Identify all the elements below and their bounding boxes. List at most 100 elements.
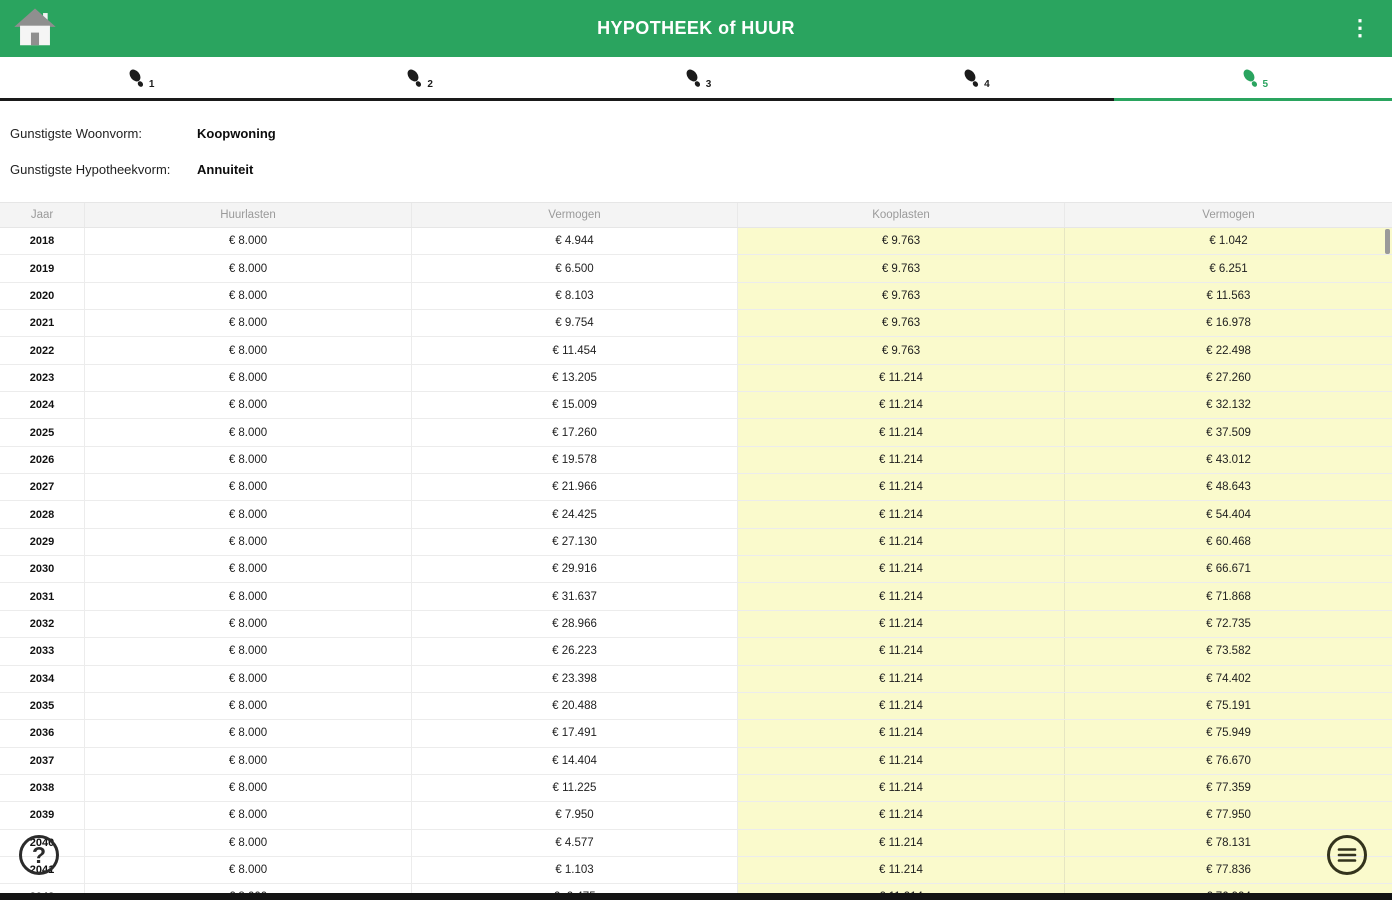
col-header-jaar: Jaar xyxy=(0,203,85,227)
value-cell: € 7.950 xyxy=(412,802,738,829)
col-header-huurlasten: Huurlasten xyxy=(85,203,412,227)
table-row: 2034 € 8.000 € 23.398 € 11.214 € 74.402 xyxy=(0,665,1392,693)
value-cell: € 8.000 xyxy=(85,665,412,692)
value-cell: € 14.404 xyxy=(412,747,738,774)
value-cell: € 11.214 xyxy=(738,474,1065,501)
tab-step-4[interactable]: 4 xyxy=(835,57,1114,101)
value-cell: € 21.966 xyxy=(412,474,738,501)
value-cell: € 73.582 xyxy=(1065,638,1392,665)
value-cell: € 22.498 xyxy=(1065,337,1392,364)
value-cell: € 11.214 xyxy=(738,501,1065,528)
footprint-icon xyxy=(686,69,700,87)
tab-step-1[interactable]: 1 xyxy=(0,57,279,101)
value-cell: € 11.225 xyxy=(412,774,738,802)
footprint-icon xyxy=(964,69,979,87)
table-row: 2031 € 8.000 € 31.637 € 11.214 € 71.868 xyxy=(0,583,1392,611)
value-cell: € 8.000 xyxy=(85,310,412,337)
value-cell: € 6.251 xyxy=(1065,255,1392,282)
year-cell: 2023 xyxy=(0,364,85,392)
table-row: 2025 € 8.000 € 17.260 € 11.214 € 37.509 xyxy=(0,419,1392,447)
table-row: 2026 € 8.000 € 19.578 € 11.214 € 43.012 xyxy=(0,446,1392,475)
value-cell: € 8.000 xyxy=(85,856,412,884)
year-cell: 2021 xyxy=(0,310,85,337)
result-summary: Gunstigste Woonvorm: Koopwoning Gunstigs… xyxy=(0,101,1392,202)
tab-step-2[interactable]: 2 xyxy=(278,57,557,101)
value-cell: € 8.000 xyxy=(85,419,412,446)
value-cell: € 9.763 xyxy=(738,282,1065,310)
tab-bar: 1 2 3 4 5 xyxy=(0,57,1392,101)
value-cell: € 8.000 xyxy=(85,638,412,665)
table-row: 2019 € 8.000 € 6.500 € 9.763 € 6.251 xyxy=(0,255,1392,283)
value-cell: € 9.763 xyxy=(738,310,1065,337)
table-body: 2018 € 8.000 € 4.944 € 9.763 € 1.042 2019 € 8.… xyxy=(0,228,1392,900)
table-row: 2022 € 8.000 € 11.454 € 9.763 € 22.498 xyxy=(0,337,1392,365)
table-row: 2023 € 8.000 € 13.205 € 11.214 € 27.260 xyxy=(0,364,1392,393)
value-cell: € 9.754 xyxy=(412,310,738,337)
year-cell: 2035 xyxy=(0,692,85,720)
value-cell: € 8.000 xyxy=(85,474,412,501)
value-cell: € 66.671 xyxy=(1065,556,1392,583)
value-cell: € 6.500 xyxy=(412,255,738,282)
col-header-vermogen-koop: Vermogen xyxy=(1202,209,1255,221)
year-cell: 2024 xyxy=(0,392,85,419)
year-cell: 2025 xyxy=(0,419,85,446)
year-cell: 2028 xyxy=(0,501,85,528)
year-cell: 2037 xyxy=(0,747,85,774)
value-cell: € 29.916 xyxy=(412,556,738,583)
value-cell: € 8.000 xyxy=(85,255,412,282)
year-cell: 2036 xyxy=(0,720,85,747)
question-mark-icon: ? xyxy=(31,841,47,868)
value-cell: € 48.643 xyxy=(1065,474,1392,501)
help-button[interactable]: ? xyxy=(19,835,59,875)
tab-step-5[interactable]: 5 xyxy=(1113,57,1392,101)
value-cell: € 11.214 xyxy=(738,528,1065,556)
value-cell: € 74.402 xyxy=(1065,665,1392,692)
value-cell: € 31.637 xyxy=(412,583,738,610)
value-cell: € 11.214 xyxy=(738,665,1065,692)
value-cell: € 77.359 xyxy=(1065,774,1392,802)
value-cell: € 8.000 xyxy=(85,446,412,474)
value-cell: € 11.214 xyxy=(738,446,1065,474)
value-cell: € 11.214 xyxy=(738,829,1065,856)
table-row: 2033 € 8.000 € 26.223 € 11.214 € 73.582 xyxy=(0,638,1392,666)
value-cell: € 11.214 xyxy=(738,556,1065,583)
value-cell: € 19.578 xyxy=(412,446,738,474)
value-cell: € 11.214 xyxy=(738,720,1065,747)
tab-number: 1 xyxy=(148,79,155,90)
value-cell: € 17.260 xyxy=(412,419,738,446)
value-cell: € 8.000 xyxy=(85,392,412,419)
value-cell: € 1.103 xyxy=(412,856,738,884)
year-cell: 2022 xyxy=(0,337,85,364)
year-cell: 2038 xyxy=(0,774,85,802)
value-cell: € 8.000 xyxy=(85,282,412,310)
tab-number: 5 xyxy=(1262,79,1269,90)
tab-step-3[interactable]: 3 xyxy=(556,57,836,101)
value-cell: € 8.000 xyxy=(85,583,412,610)
value-cell: € 20.488 xyxy=(412,692,738,720)
value-cell: € 1.042 xyxy=(1065,228,1392,255)
value-cell: € 4.944 xyxy=(412,228,738,255)
table-row: 2040 € 8.000 € 4.577 € 11.214 € 78.131 xyxy=(0,829,1392,857)
value-cell: € 8.000 xyxy=(85,228,412,255)
scrollbar-thumb[interactable] xyxy=(1385,229,1390,254)
value-cell: € 8.000 xyxy=(85,720,412,747)
hypotheekvorm-value: Annuiteit xyxy=(197,162,254,177)
value-cell: € 8.000 xyxy=(85,364,412,392)
table-row: 2020 € 8.000 € 8.103 € 9.763 € 11.563 xyxy=(0,282,1392,311)
value-cell: € 75.949 xyxy=(1065,720,1392,747)
value-cell: € 16.978 xyxy=(1065,310,1392,337)
value-cell: € 32.132 xyxy=(1065,392,1392,419)
table-row: 2029 € 8.000 € 27.130 € 11.214 € 60.468 xyxy=(0,528,1392,557)
legend-button[interactable] xyxy=(1327,835,1367,875)
value-cell: € 76.670 xyxy=(1065,747,1392,774)
year-cell: 2034 xyxy=(0,665,85,692)
value-cell: € 15.009 xyxy=(412,392,738,419)
col-header-kooplasten: Kooplasten xyxy=(738,203,1065,227)
value-cell: € 9.763 xyxy=(738,337,1065,364)
kebab-menu-icon[interactable]: ⋮ xyxy=(1348,14,1372,42)
hamburger-menu-icon xyxy=(1337,848,1357,862)
house-icon[interactable] xyxy=(12,5,58,51)
value-cell: € 26.223 xyxy=(412,638,738,665)
year-cell: 2026 xyxy=(0,446,85,474)
tab-number: 4 xyxy=(984,79,990,90)
